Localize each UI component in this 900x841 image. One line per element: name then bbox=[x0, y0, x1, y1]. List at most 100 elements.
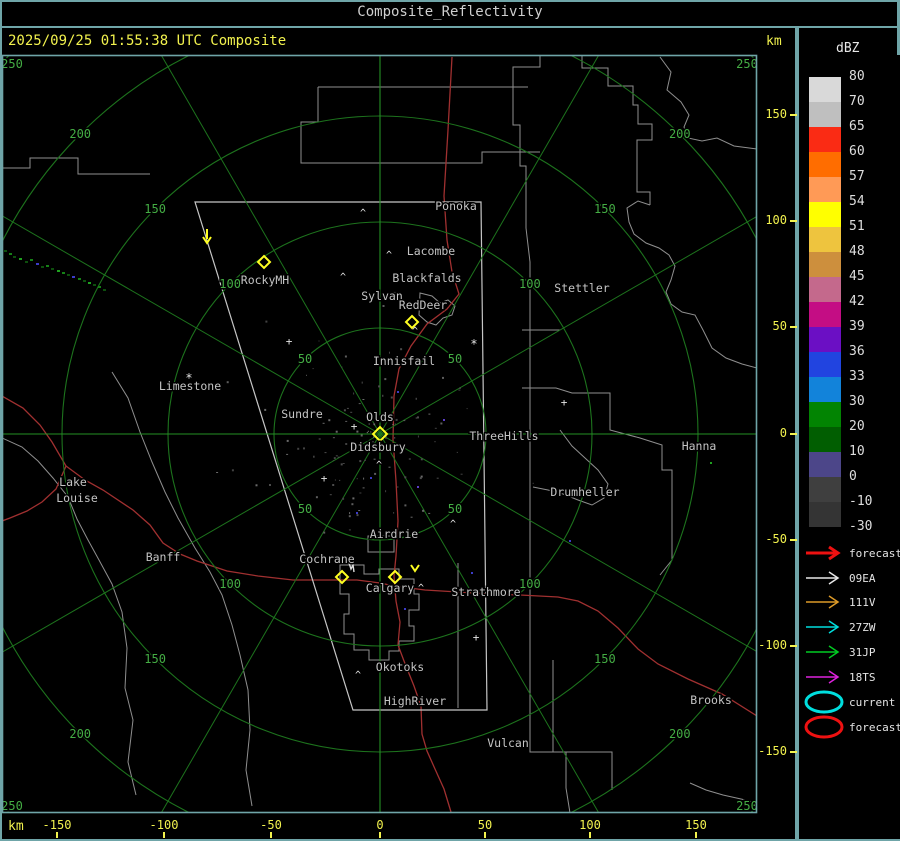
city-label: Vulcan bbox=[487, 736, 529, 750]
scale-cell bbox=[809, 77, 841, 102]
clutter-pixel bbox=[341, 366, 343, 368]
right-axis-tick-label: 0 bbox=[779, 426, 787, 440]
scale-tick-label: 51 bbox=[849, 219, 865, 234]
legend-item-label: 111V bbox=[849, 596, 876, 609]
city-label: Innisfail bbox=[373, 354, 435, 368]
right-axis-tick-label: 50 bbox=[772, 319, 787, 333]
range-ring-label: 250 bbox=[736, 799, 758, 813]
clutter-pixel bbox=[419, 477, 422, 480]
scale-tick-label: 45 bbox=[849, 269, 865, 284]
bottom-axis-tick bbox=[163, 832, 165, 838]
scale-tick-label: -30 bbox=[849, 519, 873, 534]
city-label: Airdrie bbox=[370, 527, 419, 541]
bottom-axis-tick bbox=[484, 832, 486, 838]
radar-map: 50 50 50 50 100 100 100 100 150 150 150 150 200 200 20… bbox=[1, 54, 758, 814]
clutter-pixel bbox=[349, 512, 351, 515]
clutter-pixel bbox=[344, 355, 347, 358]
legend-item-label: 09EA bbox=[849, 572, 876, 585]
clutter-pixel bbox=[440, 422, 443, 425]
city-label: Limestone bbox=[159, 379, 221, 393]
clutter-pixel bbox=[303, 447, 305, 450]
county-boundary bbox=[530, 660, 613, 790]
clutter-pixel bbox=[339, 479, 341, 481]
clutter-pixel bbox=[397, 486, 399, 488]
clutter-pixel bbox=[403, 420, 406, 422]
city-label: Ponoka bbox=[435, 199, 477, 213]
range-ring-label: 250 bbox=[1, 57, 23, 71]
clutter-pixel bbox=[345, 443, 348, 445]
clutter-pixel bbox=[373, 436, 375, 438]
bottom-axis-tick-label: -50 bbox=[260, 818, 282, 832]
range-ring-label: 50 bbox=[298, 502, 312, 516]
scale-tick-label: 20 bbox=[849, 419, 865, 434]
city-label: Olds bbox=[366, 410, 394, 424]
site-marker bbox=[256, 254, 272, 270]
clutter-pixel bbox=[356, 478, 358, 480]
echo-pixel bbox=[30, 259, 33, 261]
echo-pixel bbox=[98, 286, 101, 288]
clutter-pixel bbox=[410, 516, 413, 518]
caret-marker: ^ bbox=[450, 519, 456, 530]
scale-cell bbox=[809, 352, 841, 377]
scale-cell bbox=[809, 477, 841, 502]
echo-pixel bbox=[397, 391, 399, 393]
clutter-pixel bbox=[334, 479, 336, 481]
scale-tick-label: 70 bbox=[849, 94, 865, 109]
city-label: ThreeHills bbox=[469, 429, 538, 443]
clutter-pixel bbox=[367, 430, 369, 432]
clutter-pixel bbox=[394, 437, 396, 439]
city-label: Okotoks bbox=[376, 660, 424, 674]
echo-pixel bbox=[51, 268, 54, 270]
clutter-pixel bbox=[337, 456, 340, 458]
scale-tick-label: 0 bbox=[849, 469, 857, 484]
right-axis-tick bbox=[790, 539, 797, 541]
clutter-pixel bbox=[417, 416, 419, 419]
right-axis-tick bbox=[790, 751, 797, 753]
echo-pixel bbox=[36, 263, 39, 265]
bottom-axis-tick bbox=[270, 832, 272, 838]
caret-marker: ^ bbox=[340, 272, 346, 283]
scale-cell bbox=[809, 502, 841, 527]
clutter-pixel bbox=[322, 422, 325, 424]
clutter-pixel bbox=[335, 430, 338, 433]
legend-item-label: forecast bbox=[849, 721, 900, 734]
range-ring-label: 150 bbox=[144, 202, 166, 216]
scale-cell bbox=[809, 402, 841, 427]
range-ring-label: 100 bbox=[219, 577, 241, 591]
range-ring-label: 150 bbox=[594, 202, 616, 216]
clutter-pixel bbox=[420, 458, 423, 461]
azimuth-line bbox=[379, 433, 756, 652]
scale-cell bbox=[809, 377, 841, 402]
scale-cell bbox=[809, 177, 841, 202]
county-boundary bbox=[3, 157, 150, 175]
caret-marker: ^ bbox=[376, 460, 382, 471]
range-ring-label: 200 bbox=[69, 127, 91, 141]
plus-marker: + bbox=[321, 472, 328, 485]
clutter-pixel bbox=[323, 531, 326, 534]
right-axis-tick-label: -50 bbox=[765, 532, 787, 546]
azimuth-line bbox=[379, 216, 756, 435]
caret-marker: ^ bbox=[355, 670, 361, 681]
scale-tick-label: 42 bbox=[849, 294, 865, 309]
city-label: Louise bbox=[56, 491, 98, 505]
asterisk-marker: * bbox=[470, 337, 477, 351]
scale-tick-label: 10 bbox=[849, 444, 865, 459]
echo-pixel bbox=[13, 256, 16, 258]
clutter-pixel bbox=[318, 340, 320, 342]
scale-cell bbox=[809, 127, 841, 152]
clutter-pixel bbox=[348, 515, 351, 518]
scale-tick-label: 48 bbox=[849, 244, 865, 259]
map-layers: 50 50 50 50 100 100 100 100 150 150 150 150 200 200 20… bbox=[1, 56, 758, 813]
echo-pixel bbox=[356, 512, 358, 514]
clutter-pixel bbox=[404, 504, 407, 507]
county-boundary bbox=[581, 56, 653, 205]
plus-marker: + bbox=[561, 396, 568, 409]
track-arrow-icon bbox=[803, 665, 847, 693]
echo-pixel bbox=[83, 280, 86, 282]
scale-cell bbox=[809, 152, 841, 177]
echo-pixel bbox=[78, 278, 81, 280]
clutter-pixel bbox=[342, 463, 345, 464]
bottom-axis-tick-label: 100 bbox=[579, 818, 601, 832]
clutter-pixel bbox=[456, 451, 458, 453]
right-axis-tick-label: -100 bbox=[758, 638, 787, 652]
